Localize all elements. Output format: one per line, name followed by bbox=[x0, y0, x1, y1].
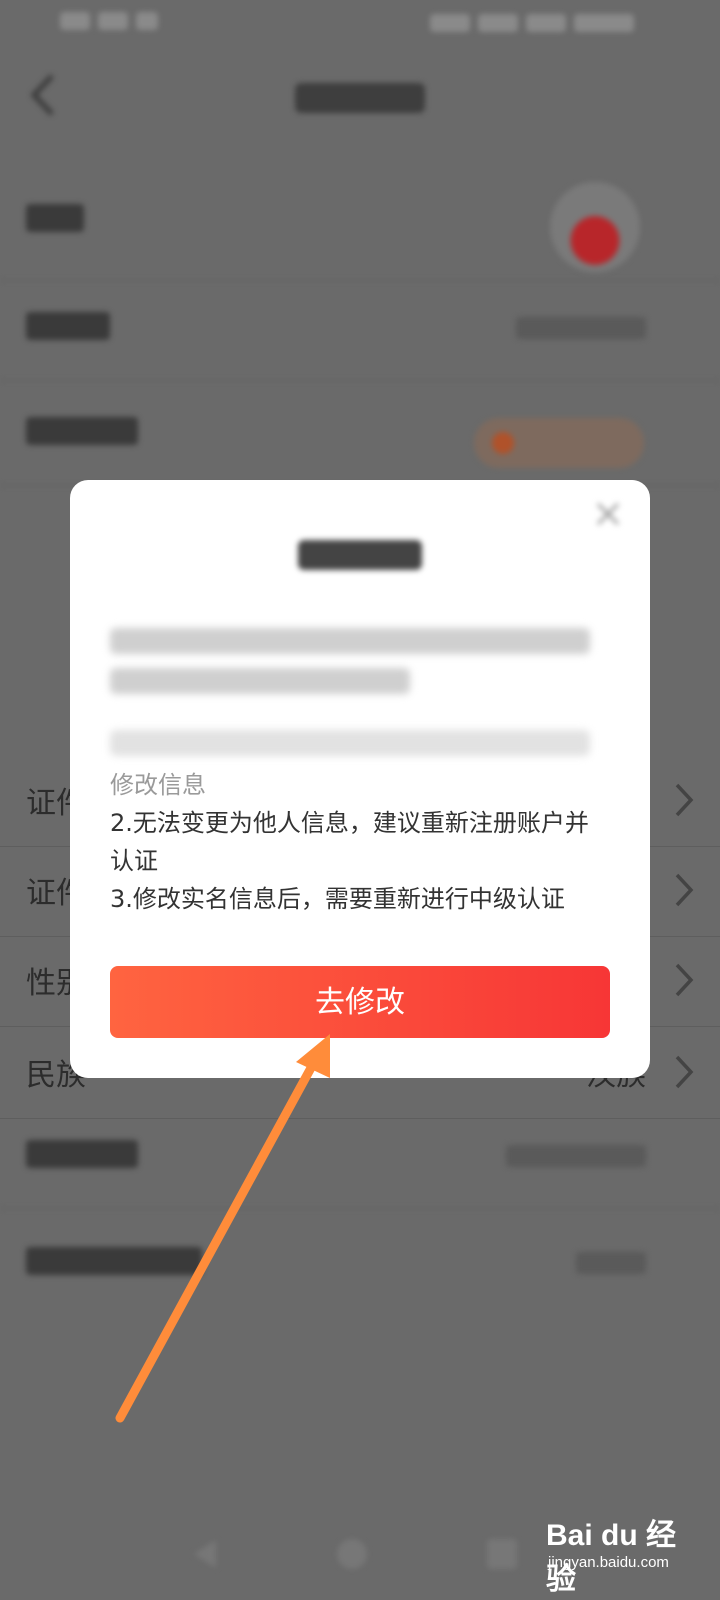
avatar-row-label bbox=[26, 204, 84, 240]
nav-home-icon[interactable] bbox=[332, 1534, 372, 1574]
username-row-label bbox=[26, 312, 110, 348]
nav-back-icon[interactable] bbox=[186, 1534, 226, 1574]
go-modify-button[interactable]: 去修改 bbox=[110, 966, 610, 1038]
modify-info-dialog: 修改信息 2.无法变更为他人信息，建议重新注册账户并认证 3.修改实名信息后，需… bbox=[70, 480, 650, 1078]
dialog-body-line-faint: 修改信息 bbox=[110, 771, 206, 799]
status-bar bbox=[0, 0, 720, 50]
page-title bbox=[0, 76, 720, 116]
auth-status-badge bbox=[474, 418, 644, 468]
address-row[interactable] bbox=[0, 1225, 720, 1315]
birthdate-row[interactable] bbox=[0, 1118, 720, 1209]
dialog-blurred-line bbox=[110, 730, 610, 770]
birthdate-row-label bbox=[26, 1140, 138, 1176]
chevron-right-icon bbox=[675, 963, 694, 997]
dialog-body-line-2: 2.无法变更为他人信息，建议重新注册账户并认证 bbox=[110, 809, 589, 875]
username-row-value bbox=[516, 312, 646, 347]
status-icons-left bbox=[60, 10, 170, 36]
address-row-label bbox=[26, 1247, 202, 1283]
chevron-right-icon bbox=[675, 873, 694, 907]
chevron-right-icon bbox=[675, 1055, 694, 1089]
dialog-body-line-3: 3.修改实名信息后，需要重新进行中级认证 bbox=[110, 885, 565, 913]
dialog-body: 修改信息 2.无法变更为他人信息，建议重新注册账户并认证 3.修改实名信息后，需… bbox=[110, 766, 610, 918]
chevron-right-icon bbox=[675, 783, 694, 817]
username-row[interactable] bbox=[0, 290, 720, 381]
baidu-jingyan-watermark: Bai du 经验 jingyan.baidu.com bbox=[536, 1500, 676, 1596]
status-icons-right bbox=[430, 12, 660, 34]
realname-auth-row-label bbox=[26, 417, 138, 453]
nav-recents-icon[interactable] bbox=[482, 1534, 522, 1574]
header bbox=[0, 50, 720, 140]
dialog-blurred-paragraph bbox=[110, 628, 610, 708]
watermark-url: jingyan.baidu.com bbox=[548, 1554, 669, 1571]
birthdate-row-value bbox=[506, 1140, 646, 1175]
dialog-title bbox=[70, 540, 650, 578]
avatar bbox=[550, 182, 640, 272]
address-row-value bbox=[576, 1247, 646, 1282]
close-icon[interactable] bbox=[594, 500, 622, 528]
